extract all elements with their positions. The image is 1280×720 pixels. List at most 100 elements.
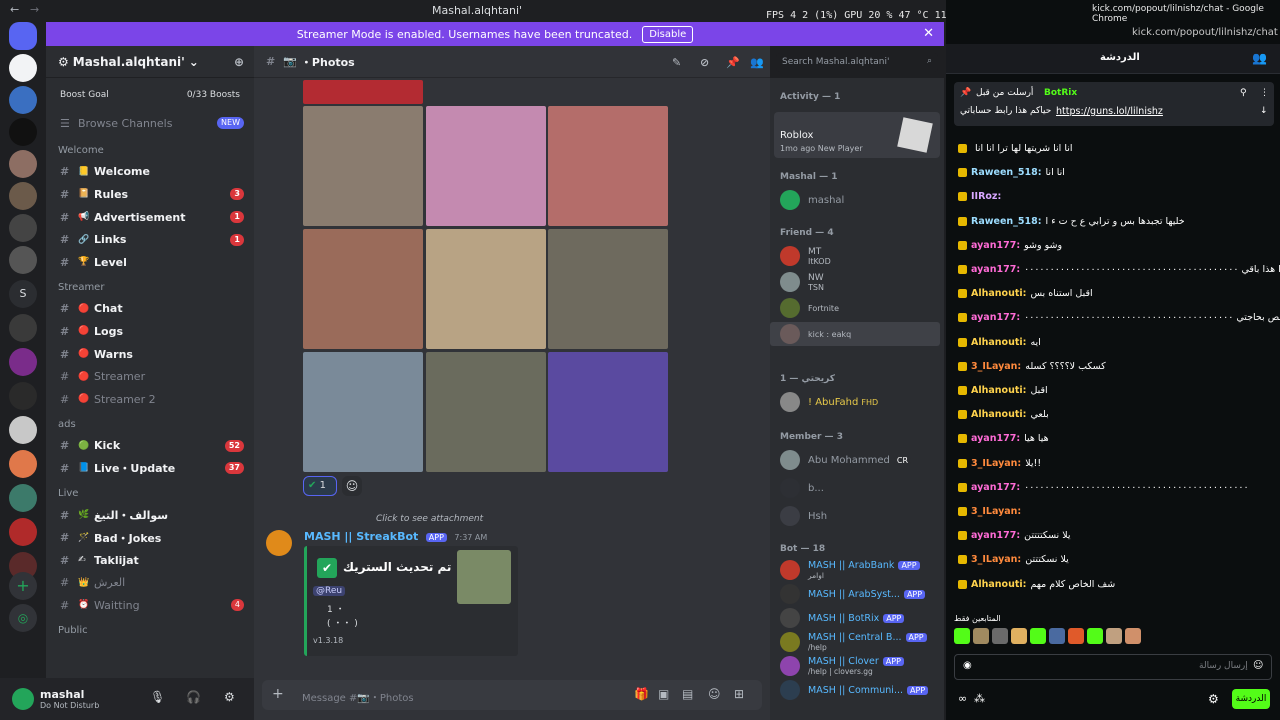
member-item[interactable]: MT ItKOD bbox=[770, 244, 940, 268]
reply-reference[interactable]: Click to see attachment bbox=[304, 514, 483, 524]
emote[interactable] bbox=[1068, 628, 1084, 644]
photo[interactable] bbox=[303, 229, 423, 349]
member-item[interactable]: Abu Mohammed CR bbox=[770, 448, 940, 472]
server-icon[interactable] bbox=[9, 450, 37, 478]
pinned-user[interactable]: BotRix bbox=[1044, 88, 1077, 98]
chat-username[interactable]: ayan177: bbox=[971, 264, 1020, 275]
boost-goal[interactable]: Boost Goal 0/33 Boosts bbox=[54, 86, 246, 104]
channel-warns[interactable]: # 🔴 Warns bbox=[46, 343, 254, 366]
add-friend-icon[interactable]: ⊕ bbox=[234, 55, 244, 69]
kick-chat-input[interactable]: ◉ إرسال رسالة ☺ bbox=[954, 654, 1272, 680]
server-icon[interactable] bbox=[9, 214, 37, 242]
channel-bad-jokes[interactable]: # 🪄 Bad・Jokes bbox=[46, 526, 254, 549]
home-icon[interactable] bbox=[9, 22, 37, 50]
server-icon[interactable] bbox=[9, 416, 37, 444]
server-icon[interactable] bbox=[9, 150, 37, 178]
bot-item[interactable]: MASH || Clover APP/help | clovers.gg bbox=[770, 654, 940, 678]
address-bar[interactable]: kick.com/popout/lilnishz/chat bbox=[1132, 27, 1278, 38]
pin-icon[interactable]: ⚲ bbox=[1240, 88, 1247, 98]
chat-username[interactable]: 3_ILayan: bbox=[971, 458, 1021, 469]
channel-waitting[interactable]: # ⏰ Waitting 4 bbox=[46, 594, 254, 617]
back-icon[interactable]: ← bbox=[10, 3, 19, 16]
member-item[interactable]: mashal bbox=[770, 188, 844, 212]
kick-send-button[interactable]: الدردشة bbox=[1232, 689, 1270, 709]
member-item[interactable]: ! AbuFahd FHD bbox=[770, 390, 940, 414]
chat-username[interactable]: Alhanouti: bbox=[971, 337, 1026, 348]
disable-button[interactable]: Disable bbox=[642, 25, 694, 43]
server-icon[interactable] bbox=[9, 484, 37, 512]
channel-live-update[interactable]: # 📘 Live・Update 37 bbox=[46, 457, 254, 480]
channel--[interactable]: # 👑 العرش bbox=[46, 572, 254, 595]
gear-icon[interactable]: ⚙ bbox=[1208, 692, 1219, 706]
server-icon[interactable]: S bbox=[9, 280, 37, 308]
pin-icon[interactable]: 📌 bbox=[726, 56, 740, 69]
channel-kick[interactable]: # 🟢 Kick 52 bbox=[46, 435, 254, 458]
gear-icon[interactable]: ⚙ bbox=[224, 690, 235, 704]
add-server-icon[interactable]: + bbox=[9, 572, 37, 600]
photo[interactable] bbox=[303, 80, 423, 104]
category-ads[interactable]: ads bbox=[46, 415, 254, 435]
threads-icon[interactable]: ✎ bbox=[672, 56, 681, 69]
member-item[interactable]: Hsh bbox=[770, 504, 940, 528]
members-icon[interactable]: 👥 bbox=[750, 56, 764, 69]
add-attachment-icon[interactable]: + bbox=[272, 686, 284, 702]
photo[interactable] bbox=[426, 229, 546, 349]
member-item[interactable]: b... bbox=[770, 476, 940, 500]
headphones-icon[interactable]: 🎧 bbox=[186, 690, 201, 704]
close-icon[interactable]: ✕ bbox=[923, 26, 934, 41]
smile-icon[interactable]: ☺ bbox=[1253, 660, 1263, 671]
bot-item[interactable]: MASH || ArabBank APP اوامر bbox=[770, 558, 940, 582]
category-public[interactable]: Public bbox=[46, 621, 254, 641]
avatar[interactable] bbox=[12, 688, 34, 710]
member-item[interactable]: Fortnite bbox=[770, 296, 940, 320]
chat-username[interactable]: 3_ILayan: bbox=[971, 361, 1021, 372]
apps-icon[interactable]: ⊞ bbox=[734, 687, 744, 701]
photo[interactable] bbox=[548, 352, 668, 472]
search-input[interactable]: Search Mashal.alqhtani' ⌕ bbox=[776, 53, 938, 72]
chat-username[interactable]: IIRoz: bbox=[971, 191, 1001, 202]
microphone-icon[interactable]: 🎙 bbox=[150, 690, 165, 704]
emote[interactable] bbox=[954, 628, 970, 644]
member-item[interactable]: NW TSN bbox=[770, 270, 940, 294]
channel-chat[interactable]: # 🔴 Chat bbox=[46, 298, 254, 321]
pinned-link[interactable]: https://guns.lol/lilnishz bbox=[1056, 106, 1163, 117]
server-icon[interactable] bbox=[9, 314, 37, 342]
server-icon[interactable] bbox=[9, 348, 37, 376]
emote[interactable] bbox=[992, 628, 1008, 644]
category-live[interactable]: Live bbox=[46, 484, 254, 504]
emote[interactable] bbox=[973, 628, 989, 644]
channel-links[interactable]: # 🔗 Links 1 bbox=[46, 228, 254, 251]
bot-item[interactable]: MASH || ArabSyst... APP bbox=[770, 582, 940, 606]
channel-rules[interactable]: # 📔 Rules 3 bbox=[46, 183, 254, 206]
emote[interactable] bbox=[1030, 628, 1046, 644]
chat-username[interactable]: Alhanouti: bbox=[971, 579, 1026, 590]
photo[interactable] bbox=[303, 106, 423, 226]
bot-avatar[interactable] bbox=[266, 530, 292, 556]
more-icon[interactable]: ⋮ bbox=[1260, 88, 1269, 98]
channel--[interactable]: # 🌿 سوالف・التيغ bbox=[46, 504, 254, 527]
forward-icon[interactable]: → bbox=[30, 3, 39, 16]
infinity-icon[interactable]: ∞ bbox=[958, 692, 967, 705]
photo[interactable] bbox=[548, 106, 668, 226]
chat-username[interactable]: ayan177: bbox=[971, 240, 1020, 251]
embed-mention[interactable]: @Reu bbox=[313, 586, 346, 596]
chat-username[interactable]: Raween_518: bbox=[971, 216, 1042, 227]
reaction-button[interactable]: ✔ 1 bbox=[303, 476, 337, 496]
activity-card[interactable]: Roblox 1mo ago New Player bbox=[774, 112, 940, 158]
embed-thumbnail[interactable] bbox=[457, 550, 511, 604]
gif-icon[interactable]: ▣ bbox=[658, 687, 669, 701]
photo[interactable] bbox=[426, 352, 546, 472]
chat-username[interactable]: ayan177: bbox=[971, 530, 1020, 541]
bot-item[interactable]: MASH || BotRix APP bbox=[770, 606, 940, 630]
emoji-icon[interactable]: ◉ bbox=[963, 660, 972, 671]
channel-streamer[interactable]: # 🔴 Streamer bbox=[46, 365, 254, 388]
bot-item[interactable]: MASH || Communi... APP bbox=[770, 678, 940, 702]
chat-username[interactable]: Alhanouti: bbox=[971, 288, 1026, 299]
emote[interactable] bbox=[1049, 628, 1065, 644]
server-icon[interactable] bbox=[9, 118, 37, 146]
bot-item[interactable]: MASH || Central B... APP/help bbox=[770, 630, 940, 654]
chat-username[interactable]: 3_ILayan: bbox=[971, 506, 1021, 517]
chat-username[interactable]: Raween_518: bbox=[971, 167, 1042, 178]
emoji-icon[interactable]: ☺ bbox=[708, 687, 721, 701]
channel-logs[interactable]: # 🔴 Logs bbox=[46, 320, 254, 343]
